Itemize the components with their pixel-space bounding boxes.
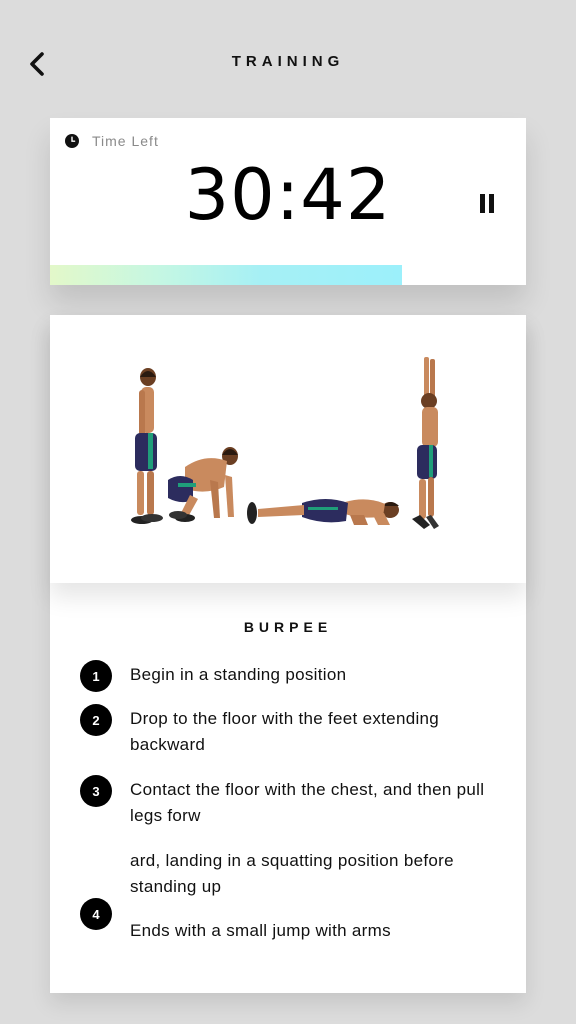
exercise-name: BURPEE [243,619,333,635]
page-title: TRAINING [231,53,345,70]
step-number-2: 2 [80,704,112,736]
instructions-panel: BURPEE 1 Begin in a standing position 2 … [50,583,526,993]
step-text-1: Begin in a standing position [130,665,347,684]
time-left-label-row: Time Left [65,133,159,149]
progress-bar [50,265,526,285]
step-text-3: Contact the floor with the chest, and th… [130,780,485,825]
step-number-4: 4 [80,898,112,930]
progress-fill [50,265,403,285]
figure-plank [247,499,399,525]
time-left-label: Time Left [92,133,159,149]
figure-jump [412,357,439,529]
burpee-illustration [131,357,439,529]
training-screen: TRAINING Time Left 30:42 BURPEE 1 Begin … [0,0,576,1024]
timer-card: Time Left 30:42 [50,118,526,285]
exercise-illustration [50,315,526,583]
clock-icon [65,134,79,148]
pause-button[interactable] [478,192,498,216]
exercise-card: BURPEE 1 Begin in a standing position 2 … [50,315,526,993]
figure-squat [168,447,238,522]
figure-standing [131,368,163,524]
header: TRAINING [0,0,576,126]
timer-value: 30:42 [184,154,392,236]
pause-icon [480,194,485,213]
step-text-4: Ends with a small jump with arms [130,921,391,940]
step-text-2: Drop to the floor with the feet extendin… [130,709,440,754]
step-number-1: 1 [80,660,112,692]
step-number-3: 3 [80,775,112,807]
step-text-3-continued: ard, landing in a squatting position bef… [130,851,454,896]
